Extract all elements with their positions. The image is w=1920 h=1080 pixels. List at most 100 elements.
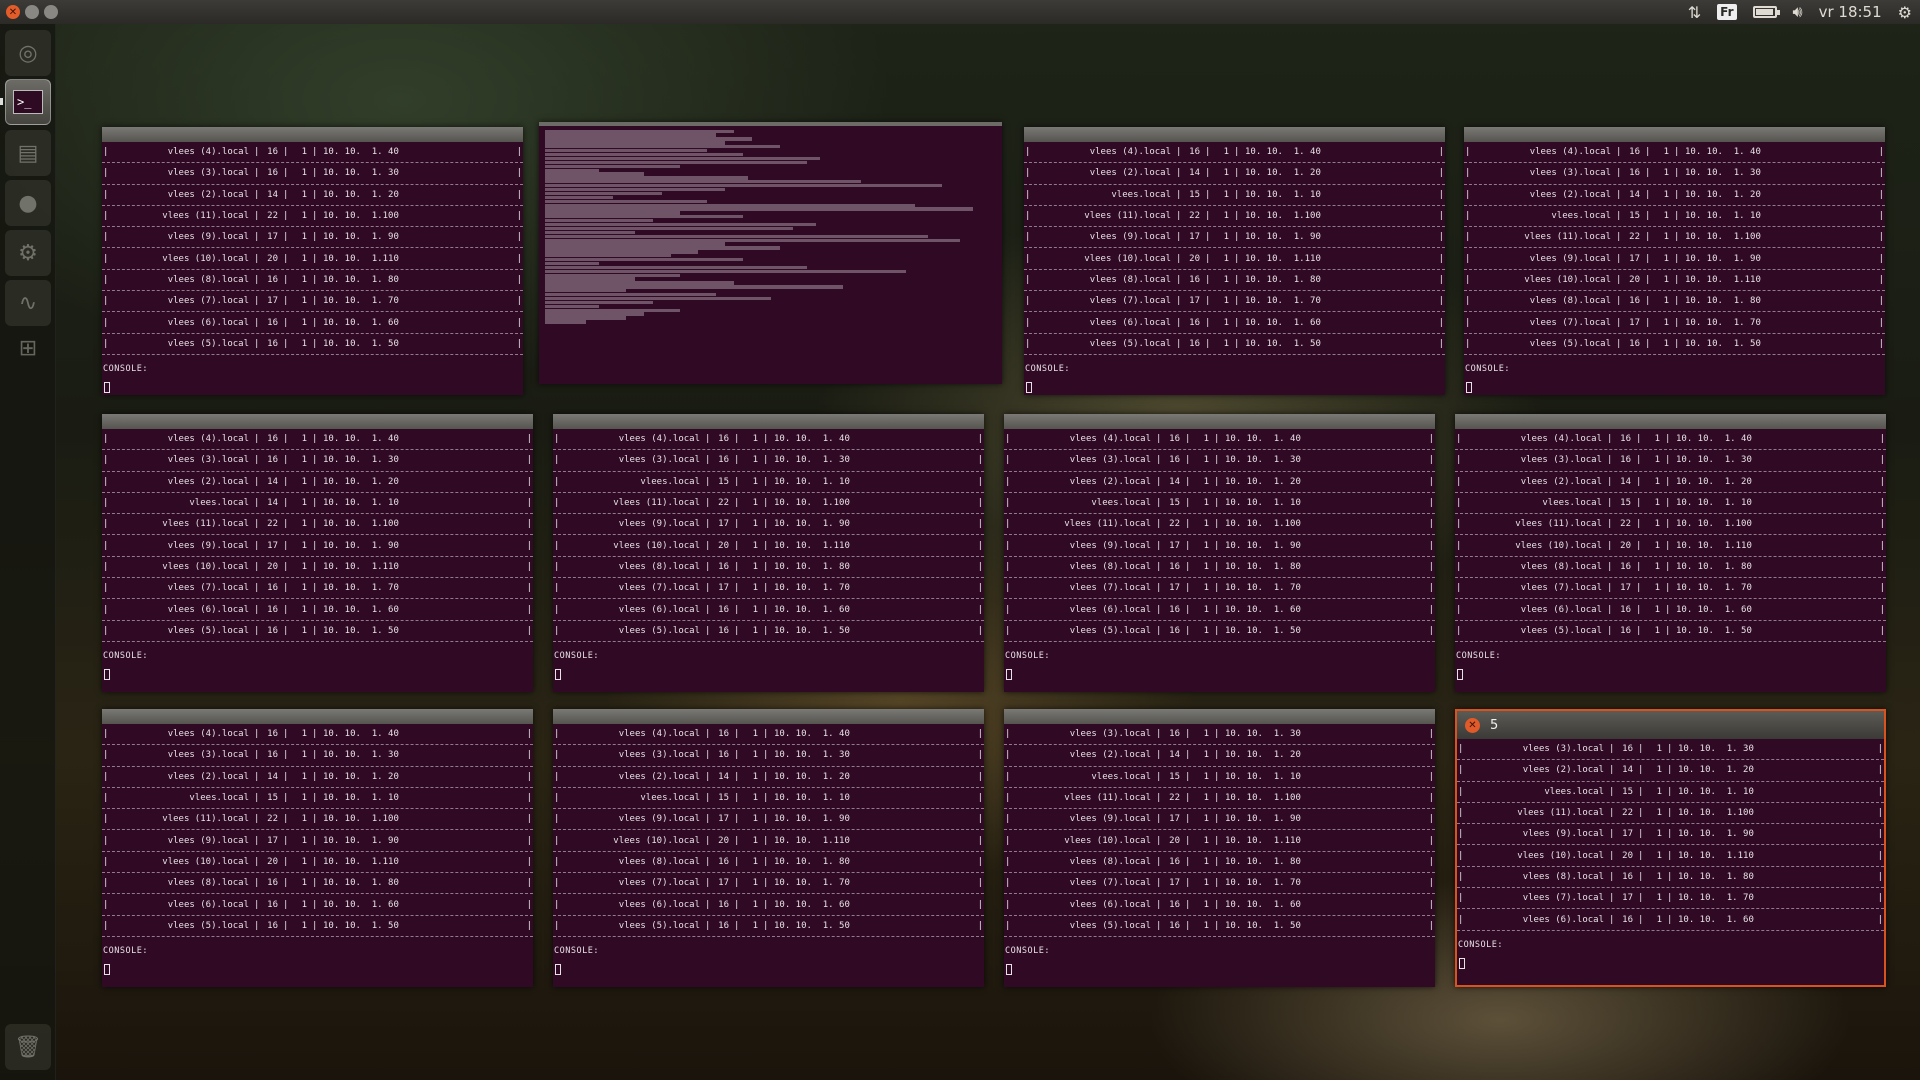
gear-icon[interactable]: ⚙ [1898, 3, 1912, 22]
keyboard-layout-indicator[interactable]: Fr [1717, 4, 1737, 20]
terminal-window[interactable]: | vlees (4).local | 16 | 1 | 10. 10. 1. 40 | | vle… [553, 709, 984, 987]
count-cell: 16 [1620, 604, 1631, 615]
count-cell: 17 [267, 232, 278, 243]
row-border: | [1458, 765, 1464, 776]
row-border: | [1438, 274, 1444, 285]
maximize-window-icon[interactable] [44, 5, 58, 19]
log-line [545, 160, 807, 165]
network-icon[interactable]: ⇅ [1688, 3, 1701, 22]
table-row: | vlees (5).local | 16 | 1 | 10. 10. 1. 50 | [553, 621, 984, 642]
window-titlebar[interactable] [553, 709, 984, 724]
row-border: | [526, 750, 532, 761]
row-border: | [1005, 920, 1011, 931]
table-row: | vlees.local | 15 | 1 | 10. 10. 1. 10 | [1455, 493, 1886, 515]
table-row: | vlees (8).local | 16 | 1 | 10. 10. 1. 80 | [553, 557, 984, 579]
log-line [545, 203, 915, 207]
text-cursor[interactable] [1006, 963, 1012, 975]
console-label: CONSOLE: [1025, 363, 1070, 374]
window-titlebar[interactable] [102, 127, 523, 142]
ip-cell: 10. 10. 1. 70 [1676, 583, 1752, 594]
battery-icon[interactable] [1752, 6, 1780, 18]
text-cursor[interactable] [1026, 381, 1032, 393]
terminal-window[interactable]: | vlees (4).local | 16 | 1 | 10. 10. 1. 40 | | vle… [1004, 414, 1435, 692]
text-cursor[interactable] [555, 963, 561, 975]
terminal-window-log[interactable] [539, 122, 1002, 384]
clock[interactable]: vr 18:51 [1819, 3, 1882, 21]
text-cursor[interactable] [1457, 668, 1463, 680]
workspaces-icon[interactable]: ⊞ [5, 334, 51, 362]
row-border: | [103, 189, 109, 200]
host-cell: vlees.local [189, 498, 249, 509]
count-cell: 15 [718, 793, 729, 804]
browser-icon[interactable]: ● [5, 180, 51, 226]
volume-icon[interactable]: 🔊︎ [1793, 2, 1803, 22]
files-icon[interactable]: ▤ [5, 130, 51, 176]
window-titlebar[interactable] [1455, 414, 1886, 429]
trash-icon[interactable]: 🗑︎ [5, 1024, 51, 1070]
ip-cell: 10. 10. 1. 60 [1225, 604, 1301, 615]
terminal-window-focused[interactable]: ✕ 5 | vlees (3).local | 16 | 1 | 10. 10. 1. 30 | | v… [1455, 709, 1886, 987]
row-border: | [1456, 434, 1462, 445]
log-line [545, 308, 681, 312]
window-titlebar[interactable] [102, 414, 533, 429]
host-table: | vlees (4).local | 16 | 1 | 10. 10. 1. 40 | | vle… [553, 429, 984, 642]
row-border: | [1877, 850, 1883, 861]
terminal-window[interactable]: | vlees (4).local | 16 | 1 | 10. 10. 1. 40 | | vle… [1455, 414, 1886, 692]
window-titlebar[interactable] [553, 414, 984, 429]
terminal-window[interactable]: | vlees (4).local | 16 | 1 | 10. 10. 1. 40 | | vle… [1464, 127, 1885, 395]
count-cell: 16 [267, 604, 278, 615]
dash-icon[interactable]: ◎ [5, 30, 51, 76]
window-titlebar[interactable] [1004, 414, 1435, 429]
table-row: | vlees (10).local | 20 | 1 | 10. 10. 1.110 | [553, 535, 984, 557]
text-cursor[interactable] [1006, 668, 1012, 680]
ip-cell: 10. 10. 1. 50 [1225, 625, 1301, 636]
row-border: | [1456, 561, 1462, 572]
terminal-window[interactable]: | vlees (4).local | 16 | 1 | 10. 10. 1. 40 | | vle… [102, 709, 533, 987]
table-row: | vlees (3).local | 16 | 1 | 10. 10. 1. 30 | [1004, 724, 1435, 746]
ip-cell: 10. 10. 1.110 [323, 856, 399, 867]
window-titlebar[interactable] [102, 709, 533, 724]
launcher: ◎ >_ ▤ ● ⚙ ∿ ⊞ 🗑︎ [0, 24, 56, 1080]
text-cursor[interactable] [1466, 381, 1472, 393]
row-border: | [1458, 829, 1464, 840]
row-border: | [103, 729, 109, 740]
row-border: | [103, 835, 109, 846]
close-window-icon[interactable]: ✕ [6, 5, 20, 19]
terminal-window[interactable]: | vlees (4).local | 16 | 1 | 10. 10. 1. 40 | | vle… [1024, 127, 1445, 395]
row-border: | [1005, 899, 1011, 910]
settings-icon[interactable]: ⚙ [5, 230, 51, 276]
row-border: | [1456, 583, 1462, 594]
terminal-window[interactable]: | vlees (4).local | 16 | 1 | 10. 10. 1. 40 | | vle… [553, 414, 984, 692]
text-cursor[interactable] [104, 963, 110, 975]
terminal-icon[interactable]: >_ [5, 79, 51, 125]
window-titlebar[interactable] [1464, 127, 1885, 142]
host-cell: vlees (5).local [1520, 625, 1602, 636]
host-cell: vlees (4).local [167, 729, 249, 740]
terminal-window[interactable]: | vlees (4).local | 16 | 1 | 10. 10. 1. 40 | | vle… [102, 414, 533, 692]
console-label: CONSOLE: [1005, 945, 1050, 956]
row-border: | [103, 434, 109, 445]
text-cursor[interactable] [104, 668, 110, 680]
log-line [545, 222, 816, 227]
row-border: | [526, 920, 532, 931]
log-line [545, 145, 780, 149]
close-icon[interactable]: ✕ [1465, 717, 1480, 733]
count-cell: 22 [267, 519, 278, 530]
status-cell: 1 [1203, 561, 1209, 572]
text-cursor[interactable] [1459, 957, 1465, 969]
count-cell: 16 [718, 750, 729, 761]
window-titlebar[interactable] [1024, 127, 1445, 142]
ip-cell: 10. 10. 1. 90 [1245, 232, 1321, 243]
text-cursor[interactable] [104, 381, 110, 393]
status-cell: 1 [1203, 771, 1209, 782]
window-titlebar[interactable] [1004, 709, 1435, 724]
status-cell: 1 [1656, 808, 1662, 819]
terminal-window[interactable]: | vlees (3).local | 16 | 1 | 10. 10. 1. 30 | | vle… [1004, 709, 1435, 987]
window-titlebar[interactable]: ✕ 5 [1457, 711, 1884, 739]
minimize-window-icon[interactable] [25, 5, 39, 19]
table-row: | vlees (6).local | 16 | 1 | 10. 10. 1. 60 | [102, 894, 533, 916]
system-monitor-icon[interactable]: ∿ [5, 280, 51, 326]
text-cursor[interactable] [555, 668, 561, 680]
terminal-window[interactable]: | vlees (4).local | 16 | 1 | 10. 10. 1. 40 | | vle… [102, 127, 523, 395]
row-border: | [1465, 274, 1471, 285]
